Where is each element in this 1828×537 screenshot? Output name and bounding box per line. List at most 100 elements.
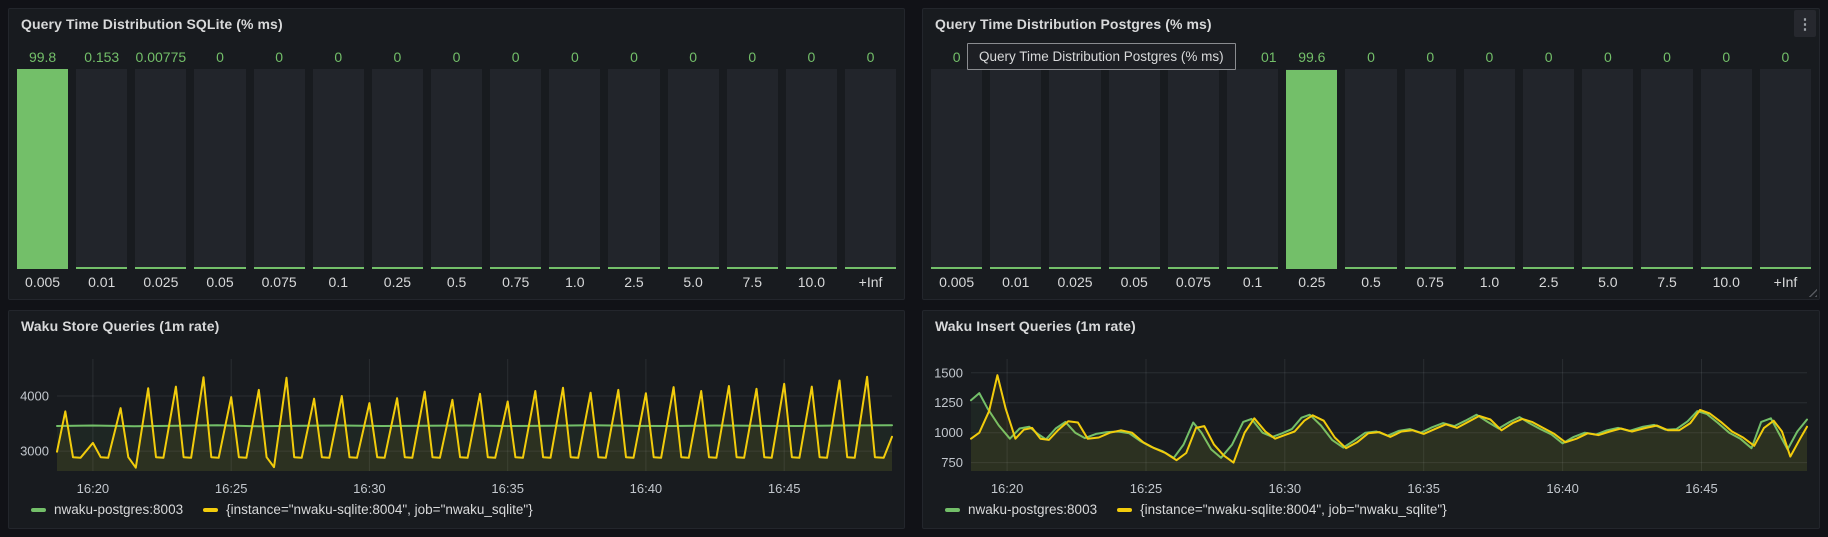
histogram-bucket: 07.5 xyxy=(1641,47,1692,293)
bucket-label: 0.005 xyxy=(931,269,982,293)
bucket-bar-fill xyxy=(1760,267,1811,269)
bucket-value: 0.153 xyxy=(76,47,127,67)
legend-label[interactable]: {instance="nwaku-sqlite:8004", job="nwak… xyxy=(226,502,533,517)
histogram-bucket: 00.5 xyxy=(1345,47,1396,293)
legend-label[interactable]: {instance="nwaku-sqlite:8004", job="nwak… xyxy=(1140,502,1447,517)
panel-title-insert[interactable]: Waku Insert Queries (1m rate) xyxy=(935,318,1136,334)
panel-waku-insert-queries: Waku Insert Queries (1m rate) 16:2016:25… xyxy=(922,310,1820,529)
bucket-bar xyxy=(1760,69,1811,269)
bucket-label: 7.5 xyxy=(727,269,778,293)
bucket-bar xyxy=(1286,69,1337,269)
bucket-label: 0.25 xyxy=(372,269,423,293)
svg-text:16:25: 16:25 xyxy=(215,481,248,496)
bucket-label: 0.25 xyxy=(1286,269,1337,293)
bucket-bar-fill xyxy=(194,267,245,269)
bucket-bar xyxy=(490,69,541,269)
histogram-bucket: 0+Inf xyxy=(1760,47,1811,293)
occluded-value-fragment: 01 xyxy=(1261,47,1277,67)
svg-text:16:35: 16:35 xyxy=(1407,481,1440,496)
bucket-bar-fill xyxy=(786,267,837,269)
svg-text:16:20: 16:20 xyxy=(77,481,110,496)
panel-waku-store-queries: Waku Store Queries (1m rate) 16:20 16:25 1… xyxy=(8,310,905,529)
bucket-bar xyxy=(1701,69,1752,269)
bucket-label: 0.075 xyxy=(254,269,305,293)
histogram-bucket: 05.0 xyxy=(668,47,719,293)
bucket-value: 99.6 xyxy=(1286,47,1337,67)
histogram-bucket: 01.0 xyxy=(1464,47,1515,293)
bucket-label: 0.1 xyxy=(1227,269,1278,293)
panel-title-sqlite[interactable]: Query Time Distribution SQLite (% ms) xyxy=(21,16,283,32)
histogram-bucket: 00.05 xyxy=(194,47,245,293)
legend-item[interactable]: {instance="nwaku-sqlite:8004", job="nwak… xyxy=(1117,502,1447,517)
histogram-bucket: 0.025 xyxy=(1049,47,1100,293)
series-color-dash-icon xyxy=(31,508,46,512)
bucket-bar-fill xyxy=(372,267,423,269)
svg-text:16:30: 16:30 xyxy=(353,481,386,496)
bucket-bar-fill xyxy=(1227,267,1278,269)
svg-text:4000: 4000 xyxy=(20,389,49,404)
series-color-dash-icon xyxy=(203,508,218,512)
histogram-bucket: 00.1 xyxy=(313,47,364,293)
bucket-bar xyxy=(1582,69,1633,269)
svg-text:1500: 1500 xyxy=(934,365,963,380)
histogram-bucket: 0.007750.025 xyxy=(135,47,186,293)
legend-item[interactable]: {instance="nwaku-sqlite:8004", job="nwak… xyxy=(203,502,533,517)
legend-label[interactable]: nwaku-postgres:8003 xyxy=(968,502,1097,517)
bucket-bar-fill xyxy=(1109,267,1160,269)
bucket-value: 99.8 xyxy=(17,47,68,67)
bucket-bar xyxy=(431,69,482,269)
svg-text:16:20: 16:20 xyxy=(991,481,1024,496)
legend-store: nwaku-postgres:8003 {instance="nwaku-sqli… xyxy=(31,502,533,517)
panel-title-tooltip: Query Time Distribution Postgres (% ms) xyxy=(967,43,1236,70)
bucket-value: 0 xyxy=(254,47,305,67)
panel-query-time-postgres: Query Time Distribution Postgres (% ms) … xyxy=(922,8,1820,300)
bucket-bar-fill xyxy=(990,267,1041,269)
panel-title-store[interactable]: Waku Store Queries (1m rate) xyxy=(21,318,219,334)
histogram-bucket: 99.8 0.005 xyxy=(17,47,68,293)
bucket-value: 0 xyxy=(786,47,837,67)
histogram-bucket: 0.05 xyxy=(1109,47,1160,293)
bucket-label: +Inf xyxy=(845,269,896,293)
svg-text:1250: 1250 xyxy=(934,395,963,410)
bucket-bar-fill xyxy=(1049,267,1100,269)
panel-menu-button[interactable]: ⋮ xyxy=(1794,10,1816,37)
histogram-bucket: 0+Inf xyxy=(845,47,896,293)
bar-gauge-postgres: 00.0050.010.0250.050.0750.199.60.2500.50… xyxy=(931,47,1811,293)
bucket-value: 0 xyxy=(1464,47,1515,67)
histogram-bucket: 02.5 xyxy=(1523,47,1574,293)
bucket-label: 0.75 xyxy=(490,269,541,293)
histogram-bucket: 00.005 xyxy=(931,47,982,293)
bucket-bar xyxy=(1227,69,1278,269)
insert-queries-chart: 16:2016:2516:3016:3516:4016:457501000125… xyxy=(923,351,1821,501)
bucket-label: 0.025 xyxy=(1049,269,1100,293)
bucket-bar xyxy=(608,69,659,269)
bucket-bar-fill xyxy=(549,267,600,269)
legend-label[interactable]: nwaku-postgres:8003 xyxy=(54,502,183,517)
bucket-bar-fill xyxy=(1345,267,1396,269)
bucket-bar-fill xyxy=(490,267,541,269)
bucket-bar-fill xyxy=(1582,267,1633,269)
bucket-label: 0.5 xyxy=(431,269,482,293)
bucket-bar xyxy=(1168,69,1219,269)
histogram-bucket: 010.0 xyxy=(786,47,837,293)
bucket-label: 0.005 xyxy=(17,269,68,293)
bucket-bar xyxy=(549,69,600,269)
bucket-bar xyxy=(786,69,837,269)
histogram-bucket: 00.75 xyxy=(1405,47,1456,293)
bucket-bar-fill xyxy=(1405,267,1456,269)
bucket-bar-fill xyxy=(1641,267,1692,269)
svg-text:3000: 3000 xyxy=(20,444,49,459)
bucket-bar xyxy=(1641,69,1692,269)
histogram-bucket: 01.0 xyxy=(549,47,600,293)
legend-item[interactable]: nwaku-postgres:8003 xyxy=(31,502,183,517)
bucket-value: 0 xyxy=(727,47,778,67)
histogram-bucket: 00.75 xyxy=(490,47,541,293)
panel-title-postgres[interactable]: Query Time Distribution Postgres (% ms) xyxy=(935,16,1212,32)
panel-query-time-sqlite: Query Time Distribution SQLite (% ms) 99… xyxy=(8,8,905,300)
legend-item[interactable]: nwaku-postgres:8003 xyxy=(945,502,1097,517)
histogram-bucket: 05.0 xyxy=(1582,47,1633,293)
histogram-bucket: 0 0.075 xyxy=(254,47,305,293)
bucket-bar-fill xyxy=(1286,70,1337,269)
bucket-bar-fill xyxy=(1168,267,1219,269)
bucket-bar-fill xyxy=(254,267,305,269)
